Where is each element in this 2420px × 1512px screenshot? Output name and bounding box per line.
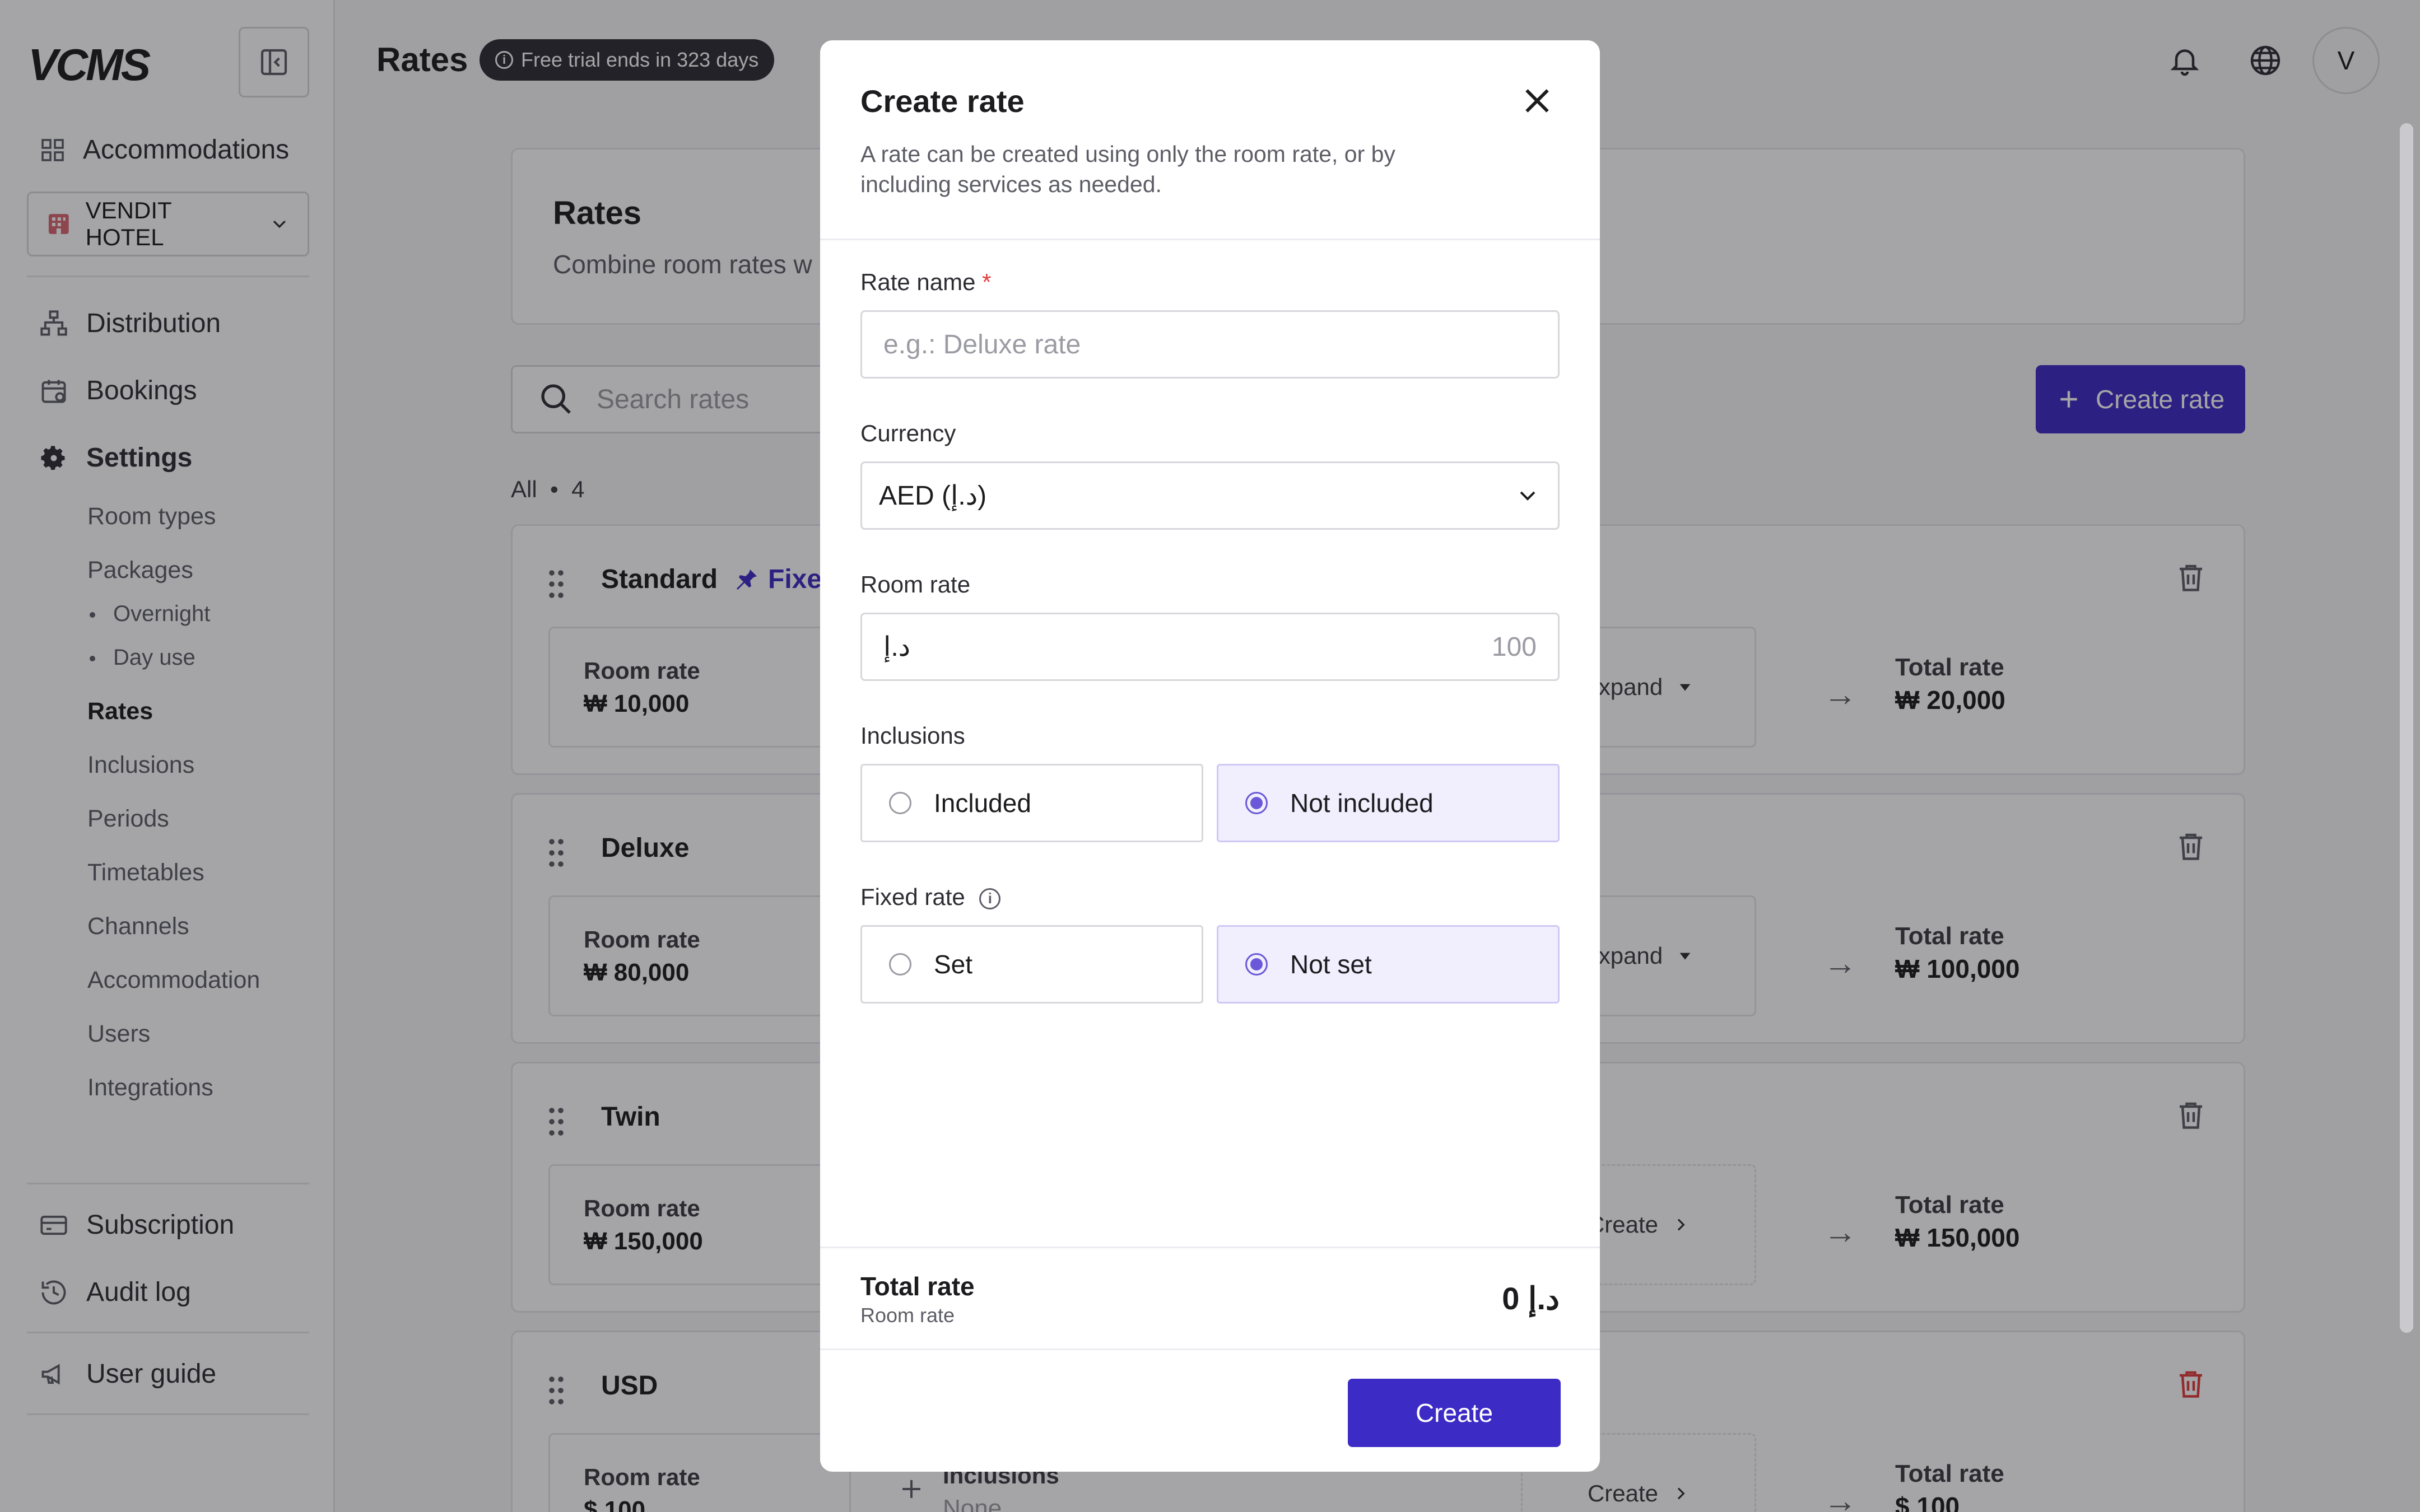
- rate-name-placeholder: e.g.: Deluxe rate: [883, 329, 1081, 360]
- app-root: VCMS Accommodations VENDIT HOTEL Distrib…: [0, 0, 2420, 1512]
- close-icon[interactable]: [1519, 83, 1555, 119]
- fixed-rate-set-label: Set: [934, 950, 973, 979]
- page-scrollbar[interactable]: [2400, 123, 2413, 1333]
- inclusions-label: Inclusions: [860, 722, 965, 749]
- currency-value: AED (د.إ): [879, 481, 987, 511]
- total-rate-value: د.إ 0: [1502, 1281, 1560, 1316]
- rate-name-label: Rate name *: [860, 269, 991, 296]
- modal-divider: [820, 1247, 1600, 1248]
- currency-label: Currency: [860, 420, 956, 446]
- room-rate-placeholder: 100: [1491, 632, 1537, 662]
- inclusions-not-included-label: Not included: [1290, 788, 1434, 818]
- fixed-rate-not-set-option[interactable]: Not set: [1217, 925, 1560, 1004]
- create-rate-modal: Create rate A rate can be created using …: [820, 40, 1600, 1472]
- chevron-down-icon: [1520, 491, 1535, 501]
- create-button[interactable]: Create: [1348, 1379, 1561, 1447]
- currency-prefix: د.إ: [883, 632, 911, 662]
- inclusions-included-label: Included: [934, 788, 1031, 818]
- inclusions-not-included-option[interactable]: Not included: [1217, 764, 1560, 842]
- radio-selected-icon: [1245, 953, 1268, 976]
- rate-name-label-text: Rate name: [860, 269, 976, 295]
- fixed-rate-set-option[interactable]: Set: [860, 925, 1203, 1004]
- modal-divider: [820, 239, 1600, 240]
- room-rate-label: Room rate: [860, 571, 971, 598]
- fixed-rate-label: Fixed rate i: [860, 884, 1001, 911]
- total-rate-sublabel: Room rate: [860, 1304, 955, 1327]
- radio-icon: [889, 792, 911, 814]
- rate-name-input[interactable]: e.g.: Deluxe rate: [860, 310, 1560, 379]
- room-rate-input[interactable]: د.إ 100: [860, 613, 1560, 681]
- info-icon[interactable]: i: [979, 888, 1001, 909]
- fixed-rate-not-set-label: Not set: [1290, 950, 1372, 979]
- currency-select[interactable]: AED (د.إ): [860, 461, 1560, 530]
- total-rate-label: Total rate: [860, 1272, 975, 1301]
- modal-description: A rate can be created using only the roo…: [860, 141, 1395, 197]
- required-mark: *: [982, 269, 992, 295]
- radio-selected-icon: [1245, 792, 1268, 814]
- modal-title: Create rate: [860, 83, 1025, 119]
- radio-icon: [889, 953, 911, 976]
- inclusions-included-option[interactable]: Included: [860, 764, 1203, 842]
- modal-divider: [820, 1348, 1600, 1350]
- fixed-rate-label-text: Fixed rate: [860, 884, 965, 910]
